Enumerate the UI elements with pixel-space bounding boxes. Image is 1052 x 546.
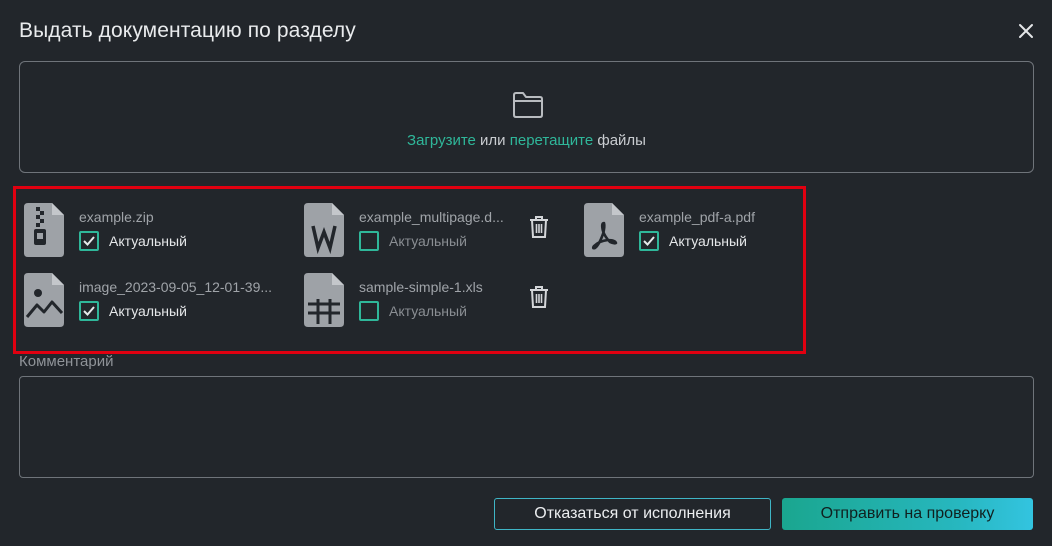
zip-file-icon: [24, 203, 64, 257]
actual-checkbox[interactable]: [359, 231, 379, 251]
actual-checkbox[interactable]: [359, 301, 379, 321]
close-icon[interactable]: [1016, 21, 1036, 41]
pdf-file-icon: [584, 203, 624, 257]
drag-link[interactable]: перетащите: [510, 132, 593, 149]
files-text: файлы: [593, 132, 646, 149]
trash-icon[interactable]: [528, 215, 550, 239]
actual-label: Актуальный: [109, 233, 187, 249]
actual-label: Актуальный: [389, 233, 467, 249]
comment-textarea[interactable]: [19, 376, 1034, 478]
submit-for-review-button[interactable]: Отправить на проверку: [782, 498, 1033, 530]
actual-checkbox[interactable]: [79, 301, 99, 321]
file-dropzone[interactable]: Загрузите или перетащите файлы: [19, 61, 1034, 173]
or-text: или: [475, 132, 510, 149]
file-name: example_pdf-a.pdf: [639, 209, 755, 225]
actual-label: Актуальный: [109, 303, 187, 319]
decline-button[interactable]: Отказаться от исполнения: [494, 498, 771, 530]
actual-checkbox[interactable]: [639, 231, 659, 251]
file-name: example.zip: [79, 209, 154, 225]
actual-checkbox[interactable]: [79, 231, 99, 251]
spreadsheet-file-icon: [304, 273, 344, 327]
trash-icon[interactable]: [528, 285, 550, 309]
issue-documentation-dialog: Выдать документацию по разделу Загрузите…: [0, 0, 1052, 546]
folder-icon: [511, 90, 545, 120]
file-name: example_multipage.d...: [359, 209, 504, 225]
comment-label: Комментарий: [19, 353, 114, 370]
file-name: sample-simple-1.xls: [359, 279, 483, 295]
file-name: image_2023-09-05_12-01-39...: [79, 279, 273, 295]
actual-label: Актуальный: [389, 303, 467, 319]
actual-label: Актуальный: [669, 233, 747, 249]
dialog-title: Выдать документацию по разделу: [19, 19, 356, 42]
word-file-icon: [304, 203, 344, 257]
upload-link[interactable]: Загрузите: [407, 132, 476, 149]
dropzone-hint: Загрузите или перетащите файлы: [20, 132, 1033, 149]
image-file-icon: [24, 273, 64, 327]
